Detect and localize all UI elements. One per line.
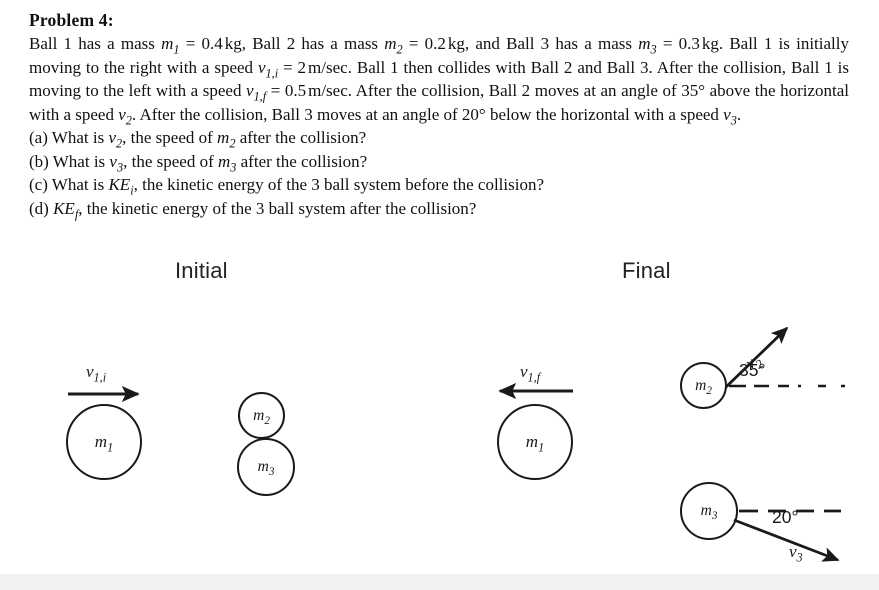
- final-velocity-label-v1f: v1,f: [520, 362, 541, 385]
- arrow-v3: [733, 518, 840, 562]
- final-ball-m1-label: m1: [525, 432, 545, 455]
- final-velocity-label-v2: v2: [742, 352, 766, 373]
- final-velocity-label-v3: v3: [789, 542, 803, 565]
- angle-label-35: 35°: [739, 360, 766, 380]
- angle-label-20: 20°: [772, 507, 799, 527]
- initial-ball-m2-label: m2: [253, 406, 270, 427]
- final-ball-m3: m3: [680, 482, 738, 540]
- final-ball-m3-label: m3: [700, 502, 718, 523]
- arrow-v2: [725, 326, 789, 389]
- question-d: (d) KEf, the kinetic energy of the 3 bal…: [29, 198, 477, 221]
- problem-body: Ball 1 has a mass m1 = 0.4 kg, Ball 2 has…: [29, 34, 849, 127]
- bottom-band: [0, 574, 879, 590]
- final-ball-m1: m1: [497, 404, 573, 480]
- initial-ball-m1: m1: [66, 404, 142, 480]
- problem-statement: Problem 4: Ball 1 has a mass m1 = 0.4 kg,…: [29, 8, 849, 220]
- initial-ball-m3: m3: [237, 438, 295, 496]
- page-title: Problem 4:: [29, 10, 114, 30]
- initial-heading: Initial: [175, 258, 228, 283]
- initial-ball-m2: m2: [238, 392, 285, 439]
- final-ball-m2: m2: [680, 362, 727, 409]
- question-a: (a) What is v2, the speed of m2 after th…: [29, 128, 367, 151]
- question-b: (b) What is v3, the speed of m3 after th…: [29, 151, 368, 174]
- problem-page: Problem 4: Ball 1 has a mass m1 = 0.4 kg,…: [0, 0, 879, 590]
- initial-ball-m3-label: m3: [257, 458, 275, 479]
- initial-velocity-label-v1i: v1,i: [86, 362, 107, 385]
- initial-ball-m1-label: m1: [94, 432, 114, 455]
- final-heading: Final: [622, 258, 671, 283]
- question-c: (c) What is KEi, the kinetic energy of t…: [29, 175, 545, 198]
- final-ball-m2-label: m2: [695, 376, 712, 397]
